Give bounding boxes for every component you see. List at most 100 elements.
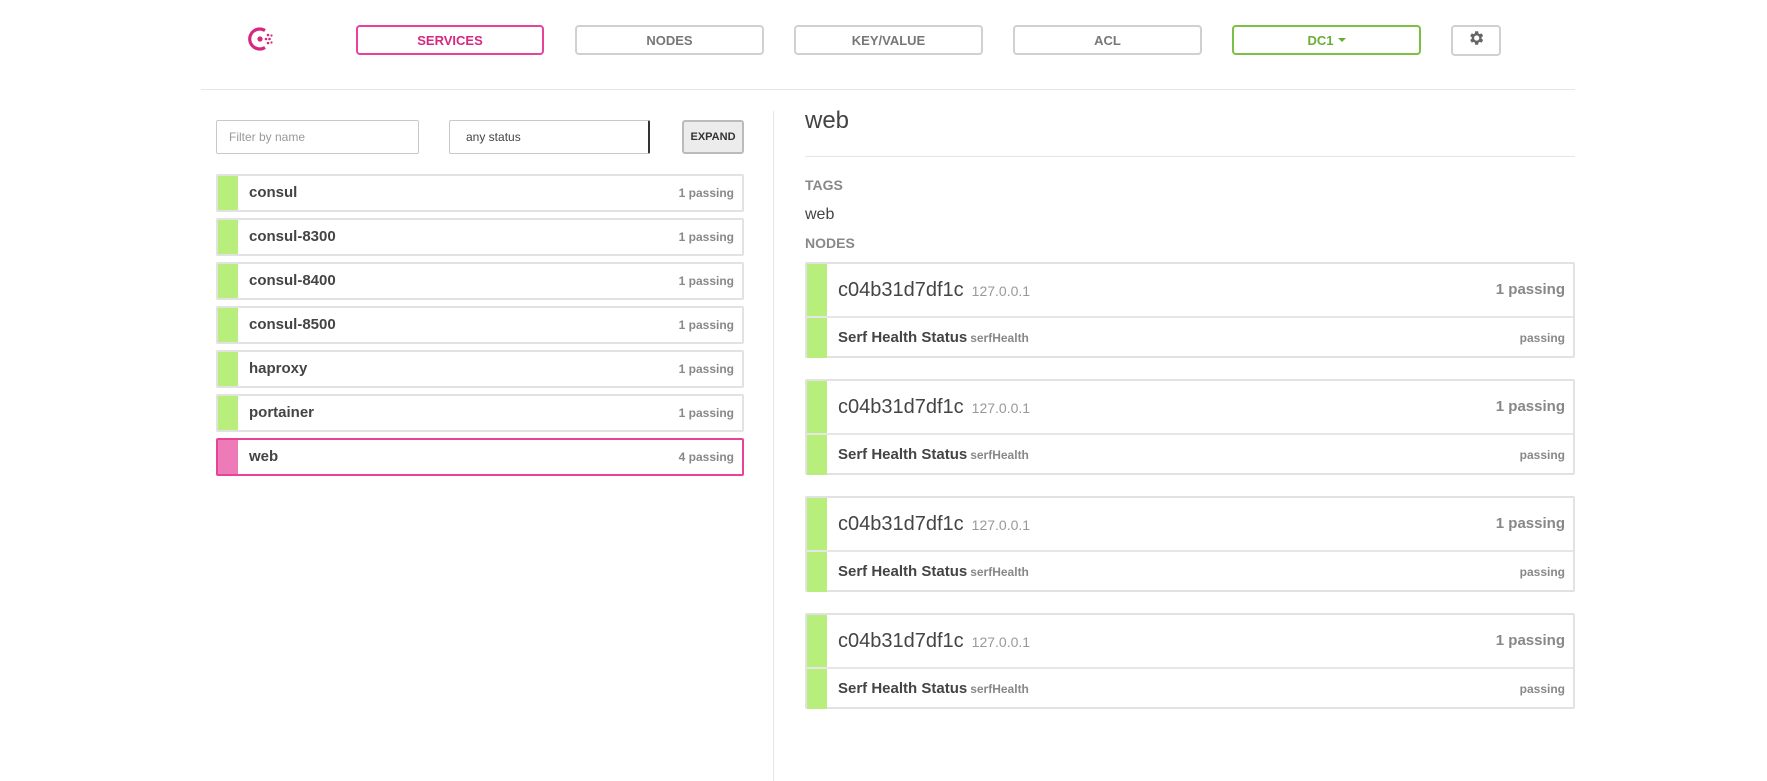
health-status-bar: [807, 552, 827, 592]
check-id: serfHealth: [970, 448, 1029, 462]
health-check-row[interactable]: Serf Health Status serfHealth passing: [807, 552, 1573, 592]
service-check-count: 1 passing: [678, 362, 734, 376]
expand-button[interactable]: EXPAND: [682, 120, 744, 154]
gear-icon: [1467, 29, 1485, 52]
service-check-count: 1 passing: [678, 186, 734, 200]
service-name: consul-8300: [249, 228, 336, 245]
node-address: 127.0.0.1: [971, 400, 1031, 416]
datacenter-dropdown[interactable]: DC1: [1232, 25, 1421, 55]
node-name-line: c04b31d7df1c 127.0.0.1: [838, 381, 1030, 434]
service-item-web[interactable]: web 4 passing: [216, 438, 744, 476]
check-name-line: Serf Health Status serfHealth: [838, 318, 1029, 358]
check-name-line: Serf Health Status serfHealth: [838, 435, 1029, 475]
datacenter-label: DC1: [1307, 32, 1334, 48]
health-status-bar: [807, 498, 827, 550]
detail-divider: [805, 156, 1575, 157]
nav-nodes-button[interactable]: NODES: [575, 25, 764, 55]
service-tag: web: [805, 206, 835, 223]
service-check-count: 1 passing: [678, 274, 734, 288]
node-card: c04b31d7df1c 127.0.0.1 1 passing Serf Hea…: [805, 262, 1575, 358]
node-card: c04b31d7df1c 127.0.0.1 1 passing Serf Hea…: [805, 379, 1575, 475]
health-status-bar: [218, 440, 238, 474]
panel-divider: [773, 111, 774, 781]
service-item-portainer[interactable]: portainer 1 passing: [216, 394, 744, 432]
service-check-count: 1 passing: [678, 406, 734, 420]
status-select-value: any status: [466, 130, 521, 144]
filter-by-name-input[interactable]: [216, 120, 419, 154]
service-check-count: 1 passing: [678, 230, 734, 244]
settings-button[interactable]: [1451, 25, 1501, 56]
node-card: c04b31d7df1c 127.0.0.1 1 passing Serf Hea…: [805, 613, 1575, 709]
service-check-count: 4 passing: [678, 450, 734, 464]
check-name: Serf Health Status: [838, 680, 968, 697]
nav-acl-button[interactable]: ACL: [1013, 25, 1202, 55]
chevron-down-icon: [1337, 38, 1346, 42]
node-card: c04b31d7df1c 127.0.0.1 1 passing Serf Hea…: [805, 496, 1575, 592]
node-name: c04b31d7df1c: [838, 513, 964, 535]
check-name: Serf Health Status: [838, 563, 968, 580]
consul-logo-icon[interactable]: [246, 24, 276, 54]
node-name: c04b31d7df1c: [838, 396, 964, 418]
service-name: portainer: [249, 404, 315, 421]
node-check-count: 1 passing: [1495, 398, 1565, 415]
health-status-bar: [807, 264, 827, 316]
node-address: 127.0.0.1: [971, 283, 1031, 299]
node-check-count: 1 passing: [1495, 632, 1565, 649]
health-status-bar: [807, 669, 827, 709]
service-name: haproxy: [249, 360, 308, 377]
check-name-line: Serf Health Status serfHealth: [838, 552, 1029, 592]
check-name: Serf Health Status: [838, 329, 968, 346]
check-status: passing: [1519, 565, 1565, 579]
nav-services-button[interactable]: SERVICES: [356, 25, 544, 55]
service-item-consul[interactable]: consul 1 passing: [216, 174, 744, 212]
node-header[interactable]: c04b31d7df1c 127.0.0.1 1 passing: [807, 381, 1573, 435]
status-select[interactable]: any status: [449, 120, 650, 154]
node-header[interactable]: c04b31d7df1c 127.0.0.1 1 passing: [807, 498, 1573, 552]
nav-key-value-button[interactable]: KEY/VALUE: [794, 25, 983, 55]
node-header[interactable]: c04b31d7df1c 127.0.0.1 1 passing: [807, 615, 1573, 669]
health-status-bar: [807, 318, 827, 358]
node-check-count: 1 passing: [1495, 515, 1565, 532]
header-divider: [201, 89, 1575, 90]
service-item-haproxy[interactable]: haproxy 1 passing: [216, 350, 744, 388]
service-name: consul-8500: [249, 316, 336, 333]
health-status-bar: [218, 264, 238, 298]
node-header[interactable]: c04b31d7df1c 127.0.0.1 1 passing: [807, 264, 1573, 318]
node-list: c04b31d7df1c 127.0.0.1 1 passing Serf Hea…: [805, 262, 1575, 730]
node-name-line: c04b31d7df1c 127.0.0.1: [838, 615, 1030, 668]
health-status-bar: [218, 308, 238, 342]
health-status-bar: [218, 352, 238, 386]
service-item-consul-8500[interactable]: consul-8500 1 passing: [216, 306, 744, 344]
service-list: consul 1 passing consul-8300 1 passing c…: [216, 174, 744, 482]
health-status-bar: [218, 176, 238, 210]
health-check-row[interactable]: Serf Health Status serfHealth passing: [807, 669, 1573, 709]
service-detail-title: web: [805, 107, 850, 134]
health-status-bar: [218, 220, 238, 254]
service-name: consul: [249, 184, 298, 201]
node-name-line: c04b31d7df1c 127.0.0.1: [838, 264, 1030, 317]
check-status: passing: [1519, 682, 1565, 696]
health-status-bar: [807, 615, 827, 667]
node-address: 127.0.0.1: [971, 517, 1031, 533]
service-name: web: [249, 448, 279, 465]
service-item-consul-8300[interactable]: consul-8300 1 passing: [216, 218, 744, 256]
node-name-line: c04b31d7df1c 127.0.0.1: [838, 498, 1030, 551]
node-name: c04b31d7df1c: [838, 630, 964, 652]
health-check-row[interactable]: Serf Health Status serfHealth passing: [807, 318, 1573, 358]
service-item-consul-8400[interactable]: consul-8400 1 passing: [216, 262, 744, 300]
node-address: 127.0.0.1: [971, 634, 1031, 650]
nodes-label: NODES: [805, 235, 855, 251]
health-check-row[interactable]: Serf Health Status serfHealth passing: [807, 435, 1573, 475]
check-id: serfHealth: [970, 565, 1029, 579]
service-check-count: 1 passing: [678, 318, 734, 332]
node-name: c04b31d7df1c: [838, 279, 964, 301]
health-status-bar: [218, 396, 238, 430]
check-status: passing: [1519, 331, 1565, 345]
health-status-bar: [807, 435, 827, 475]
check-status: passing: [1519, 448, 1565, 462]
check-name-line: Serf Health Status serfHealth: [838, 669, 1029, 709]
service-name: consul-8400: [249, 272, 336, 289]
tags-label: TAGS: [805, 177, 843, 193]
check-id: serfHealth: [970, 331, 1029, 345]
node-check-count: 1 passing: [1495, 281, 1565, 298]
